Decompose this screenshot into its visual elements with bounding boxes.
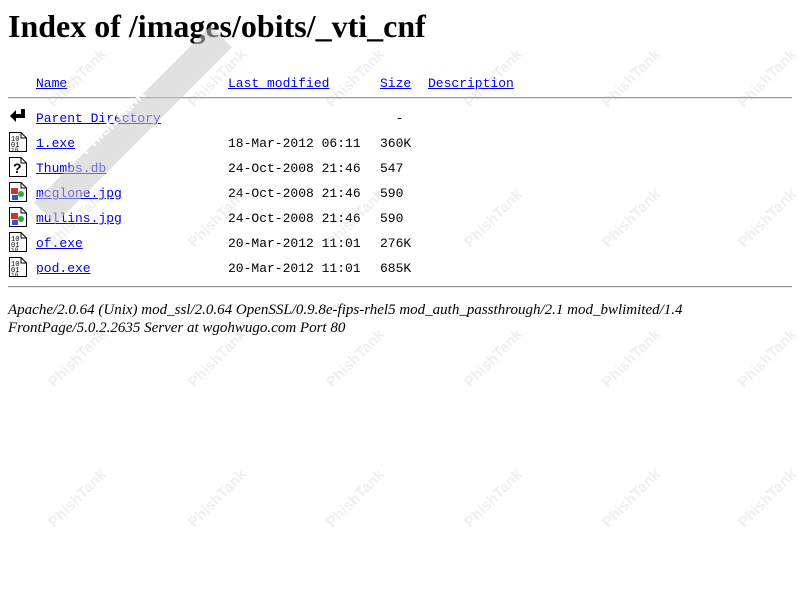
footer-divider bbox=[8, 286, 792, 288]
table-row: 10 01 10 pod.exe 20-Mar-2012 11:01 685K bbox=[0, 254, 800, 279]
watermark-tile: PhishTank bbox=[460, 466, 526, 531]
svg-text:10: 10 bbox=[11, 272, 19, 278]
list-item-link[interactable]: pod.exe bbox=[36, 261, 91, 277]
watermark-tile: PhishTank bbox=[322, 466, 388, 531]
table-row: mullins.jpg 24-Oct-2008 21:46 590 bbox=[0, 204, 800, 229]
file-size: - bbox=[380, 111, 404, 126]
binary-icon: 10 01 10 bbox=[8, 231, 28, 254]
list-item-link[interactable]: mullins.jpg bbox=[36, 211, 122, 227]
modified-date: 18-Mar-2012 06:11 bbox=[228, 136, 361, 151]
svg-text:10: 10 bbox=[11, 147, 19, 153]
binary-icon: 10 01 10 bbox=[8, 131, 28, 154]
file-size: 360K bbox=[380, 136, 412, 151]
sort-by-size-link[interactable]: Size bbox=[380, 76, 411, 92]
sort-by-description-link[interactable]: Description bbox=[428, 76, 514, 92]
modified-date: 24-Oct-2008 21:46 bbox=[228, 211, 361, 226]
svg-text:10: 10 bbox=[11, 247, 19, 253]
back-icon bbox=[8, 106, 28, 128]
list-item-link[interactable]: mcglone.jpg bbox=[36, 186, 122, 202]
unknown-icon: ? bbox=[8, 156, 28, 178]
file-size: 547 bbox=[380, 161, 404, 176]
image-icon bbox=[8, 206, 28, 228]
list-item-link[interactable]: Thumbs.db bbox=[36, 161, 106, 177]
sort-by-last-modified-link[interactable]: Last modified bbox=[228, 76, 329, 92]
modified-date: 24-Oct-2008 21:46 bbox=[228, 161, 361, 176]
table-row: ? Thumbs.db 24-Oct-2008 21:46 547 bbox=[0, 154, 800, 179]
table-row: mcglone.jpg 24-Oct-2008 21:46 590 bbox=[0, 179, 800, 204]
watermark-tile: PhishTank bbox=[184, 466, 250, 531]
table-row: Parent Directory - bbox=[0, 104, 800, 129]
image-icon bbox=[8, 181, 28, 203]
modified-date: 24-Oct-2008 21:46 bbox=[228, 186, 361, 201]
server-signature: Apache/2.0.64 (Unix) mod_ssl/2.0.64 Open… bbox=[8, 301, 788, 337]
server-signature-line-2: FrontPage/5.0.2.2635 Server at wgohwugo.… bbox=[8, 320, 346, 336]
svg-text:?: ? bbox=[13, 160, 22, 176]
file-size: 590 bbox=[380, 186, 404, 201]
modified-date: 20-Mar-2012 11:01 bbox=[228, 261, 361, 276]
page-title: Index of /images/obits/_vti_cnf bbox=[8, 8, 426, 44]
server-signature-line-1: Apache/2.0.64 (Unix) mod_ssl/2.0.64 Open… bbox=[8, 302, 683, 318]
watermark-tile: PhishTank bbox=[734, 46, 800, 111]
list-item-link[interactable]: 1.exe bbox=[36, 136, 75, 152]
watermark-tile: PhishTank bbox=[598, 46, 664, 111]
file-size: 590 bbox=[380, 211, 404, 226]
binary-icon: 10 01 10 bbox=[8, 256, 28, 279]
file-size: 276K bbox=[380, 236, 412, 251]
watermark-tile: PhishTank bbox=[598, 466, 664, 531]
list-item-link[interactable]: of.exe bbox=[36, 236, 83, 252]
table-row: 10 01 10 of.exe 20-Mar-2012 11:01 276K bbox=[0, 229, 800, 254]
header-divider bbox=[8, 97, 792, 99]
table-row: 10 01 10 1.exe 18-Mar-2012 06:11 360K bbox=[0, 129, 800, 154]
watermark-tile: PhishTank bbox=[44, 466, 110, 531]
file-size: 685K bbox=[380, 261, 412, 276]
modified-date: 20-Mar-2012 11:01 bbox=[228, 236, 361, 251]
list-item-link[interactable]: Parent Directory bbox=[36, 111, 161, 127]
watermark-tile: PhishTank bbox=[322, 46, 388, 111]
watermark-tile: PhishTank bbox=[734, 466, 800, 531]
sort-by-name-link[interactable]: Name bbox=[36, 76, 67, 92]
